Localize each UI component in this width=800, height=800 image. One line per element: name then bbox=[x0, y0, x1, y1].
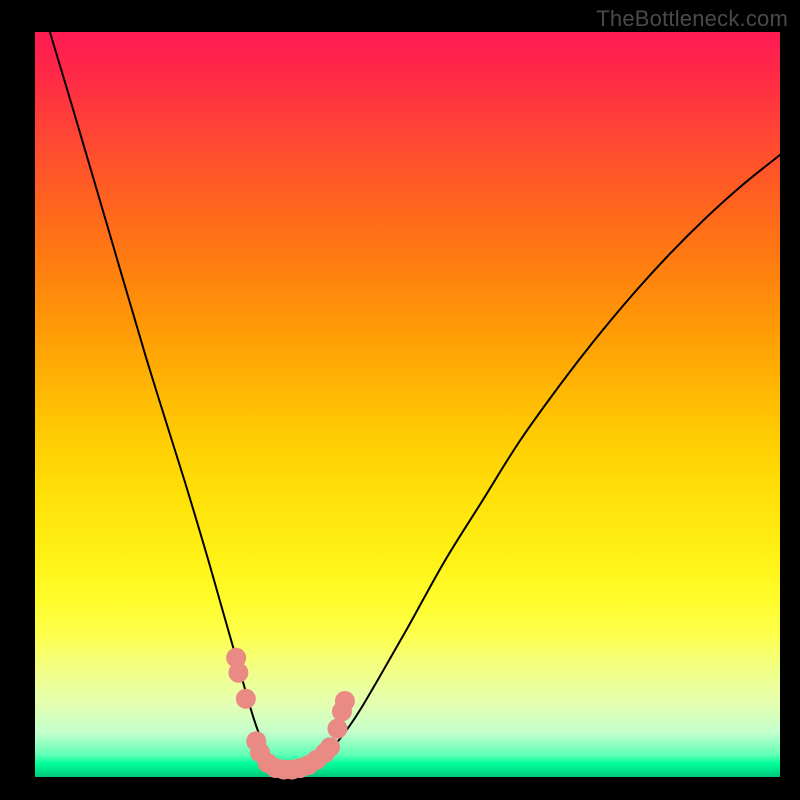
bottleneck-curve bbox=[50, 32, 780, 770]
marker-dot bbox=[236, 689, 256, 709]
plot-area bbox=[35, 32, 780, 777]
chart-svg bbox=[35, 32, 780, 777]
marker-dot bbox=[228, 663, 248, 683]
marker-dot bbox=[327, 719, 347, 739]
highlight-markers bbox=[226, 648, 355, 780]
marker-dot bbox=[335, 691, 355, 711]
watermark-text: TheBottleneck.com bbox=[596, 6, 788, 32]
marker-dot bbox=[320, 737, 340, 757]
